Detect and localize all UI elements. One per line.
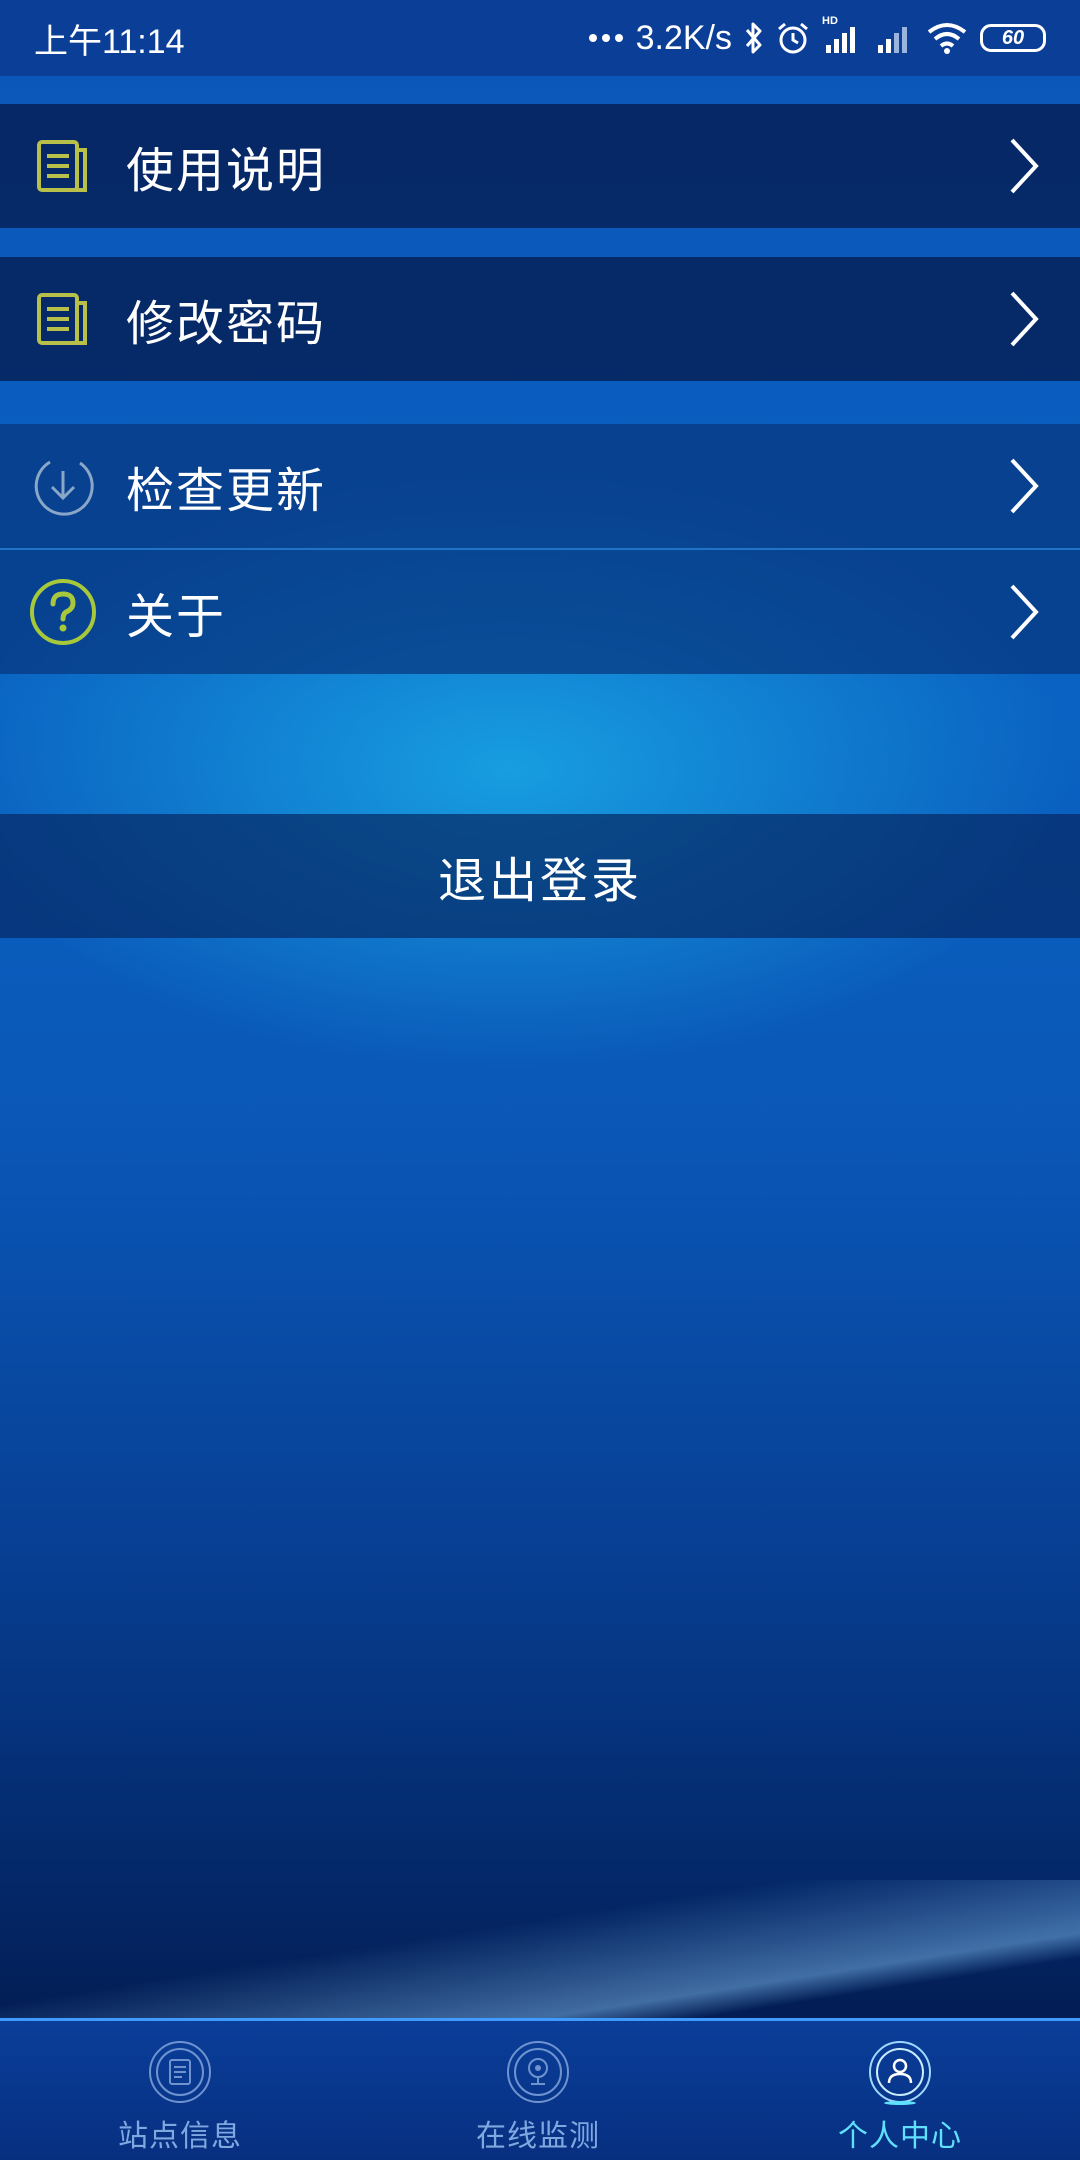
update-download-icon <box>28 451 98 521</box>
menu-item-instructions[interactable]: 使用说明 <box>0 104 1080 228</box>
chevron-right-icon <box>1010 138 1039 194</box>
alarm-icon <box>776 21 810 55</box>
status-bar: 上午11:14 3.2K/s HD 60 <box>0 0 1080 76</box>
decorative-light-streak <box>0 1880 1080 2020</box>
wifi-icon <box>926 21 968 55</box>
menu-item-label: 关于 <box>126 589 227 645</box>
document-icon <box>28 284 98 354</box>
menu-item-label: 修改密码 <box>126 296 327 352</box>
battery-level: 60 <box>1001 26 1025 49</box>
tab-station-info[interactable]: 站点信息 <box>70 2021 290 2160</box>
status-icons: 3.2K/s HD 60 <box>588 15 1046 58</box>
menu-item-about[interactable]: 关于 <box>0 550 1080 674</box>
tab-label: 站点信息 <box>118 2119 242 2154</box>
camera-monitor-icon <box>507 2041 569 2103</box>
document-icon <box>28 131 98 201</box>
bluetooth-icon <box>744 21 764 55</box>
tab-label: 在线监测 <box>476 2119 600 2154</box>
tab-label: 个人中心 <box>838 2119 962 2154</box>
menu-item-change-password[interactable]: 修改密码 <box>0 257 1080 381</box>
more-dots-icon <box>588 33 624 43</box>
chevron-right-icon <box>1010 291 1039 347</box>
user-profile-icon <box>869 2041 931 2105</box>
tab-online-monitor[interactable]: 在线监测 <box>428 2021 648 2160</box>
station-info-icon <box>149 2041 211 2103</box>
network-speed: 3.2K/s <box>635 18 732 57</box>
menu-item-check-update[interactable]: 检查更新 <box>0 424 1080 548</box>
menu-item-label: 检查更新 <box>126 463 327 519</box>
tab-personal-center[interactable]: 个人中心 <box>790 2021 1010 2160</box>
signal-icon <box>874 21 914 55</box>
hd-label: HD <box>822 15 838 27</box>
battery-icon: 60 <box>980 24 1046 52</box>
chevron-right-icon <box>1010 584 1039 640</box>
menu-item-label: 使用说明 <box>126 143 327 199</box>
chevron-right-icon <box>1010 458 1039 514</box>
signal-hd-icon: HD <box>822 15 862 55</box>
status-time: 上午11:14 <box>34 22 185 61</box>
bottom-tab-bar: 站点信息 在线监测 个人中心 <box>0 2018 1080 2160</box>
question-mark-icon <box>28 577 98 647</box>
logout-button[interactable]: 退出登录 <box>0 814 1080 938</box>
